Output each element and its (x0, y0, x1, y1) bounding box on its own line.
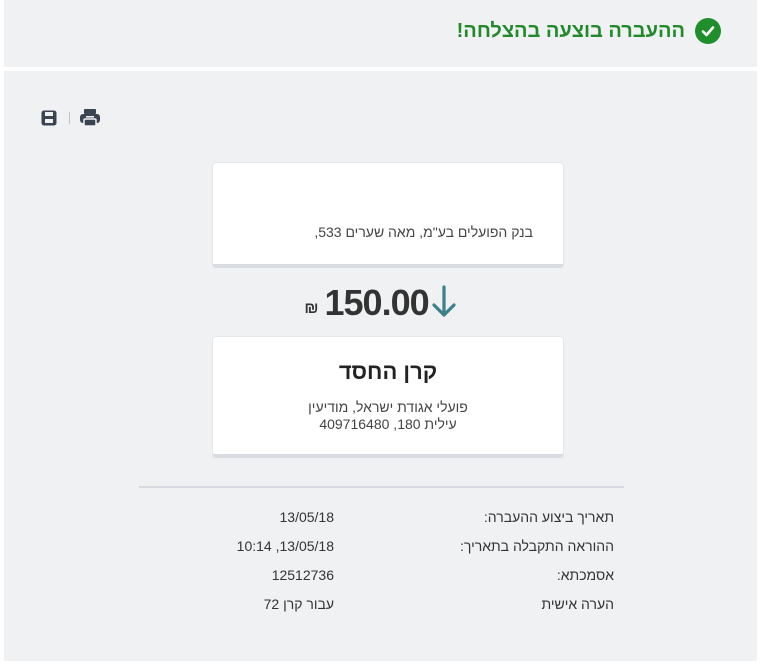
detail-value: 13/05/18 (279, 509, 335, 525)
print-icon[interactable] (79, 107, 101, 129)
success-header: ההעברה בוצעה בהצלחה! (4, 0, 757, 67)
success-message: ההעברה בוצעה בהצלחה! (456, 19, 685, 42)
transfer-amount: 150.00 (324, 281, 430, 323)
detail-value: 13/05/18, 10:14 (236, 538, 334, 554)
beneficiary-name: קרן החסד (338, 359, 438, 384)
beneficiary-address: פועלי אגודת ישראל, מודיעין עילית 180, 40… (213, 399, 563, 433)
detail-value: 12512736 (271, 567, 334, 583)
beneficiary-card: קרן החסד פועלי אגודת ישראל, מודיעין עילי… (212, 336, 564, 458)
transfer-details: תאריך ביצוע ההעברה: 13/05/18 ההוראה התקב… (4, 509, 757, 625)
currency-symbol: ₪ (304, 299, 319, 317)
check-circle-icon (695, 18, 721, 44)
transfer-receipt: בנק הפועלים בע"מ, מאה שערים 533, ₪ 150.0… (4, 71, 757, 661)
detail-row-note: הערה אישית עבור קרן 72 (4, 596, 757, 625)
detail-row-reference: אסמכתא: 12512736 (4, 567, 757, 596)
toolbar-divider (69, 112, 70, 124)
success-banner: ההעברה בוצעה בהצלחה! (457, 18, 721, 44)
receipt-toolbar (38, 107, 101, 129)
detail-label: הערה אישית (541, 596, 614, 612)
source-account-card: בנק הפועלים בע"מ, מאה שערים 533, (212, 162, 564, 268)
detail-label: תאריך ביצוע ההעברה: (483, 509, 614, 525)
amount-row: ₪ 150.00 (4, 281, 757, 324)
detail-value: עבור קרן 72 (263, 596, 334, 612)
source-bank-line: בנק הפועלים בע"מ, מאה שערים 533, (314, 224, 533, 240)
beneficiary-address-line2: עילית 180, 409716480 (319, 416, 457, 432)
detail-row-received-date: ההוראה התקבלה בתאריך: 13/05/18, 10:14 (4, 538, 757, 567)
detail-label: ההוראה התקבלה בתאריך: (460, 538, 614, 554)
details-divider (139, 486, 624, 488)
beneficiary-address-line1: פועלי אגודת ישראל, מודיעין (308, 399, 468, 415)
detail-row-execution-date: תאריך ביצוע ההעברה: 13/05/18 (4, 509, 757, 538)
detail-label: אסמכתא: (556, 567, 614, 583)
arrow-down-icon (431, 285, 457, 324)
save-icon[interactable] (38, 107, 60, 129)
